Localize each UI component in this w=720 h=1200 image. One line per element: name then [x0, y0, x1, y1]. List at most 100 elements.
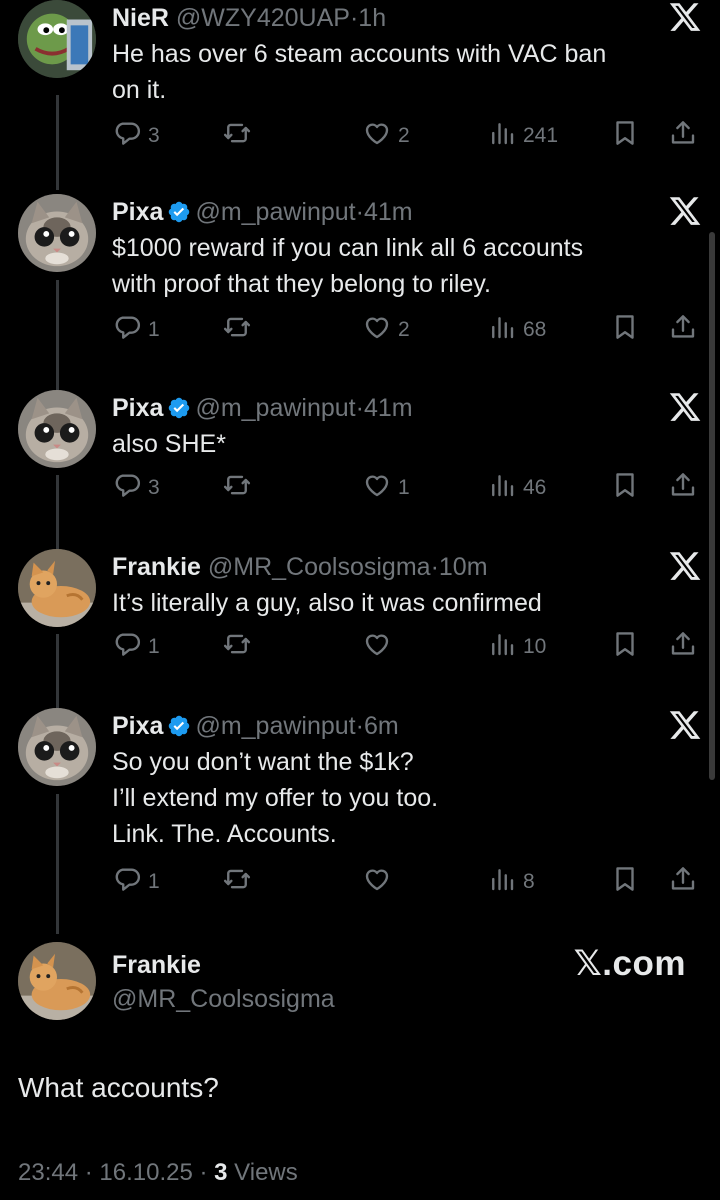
reply-icon [112, 118, 142, 154]
author-name[interactable]: Pixa [112, 198, 163, 226]
x-logo-icon [668, 708, 702, 742]
like-button[interactable] [362, 629, 398, 665]
share-button[interactable] [668, 864, 698, 900]
tweet-header: Pixa @m_pawinput·41m [112, 194, 413, 230]
tweet-time[interactable]: 41m [364, 394, 413, 422]
tweet-time[interactable]: 41m [364, 198, 413, 226]
views-button[interactable]: 8 [487, 864, 535, 900]
author-handle[interactable]: @WZY420UAP [176, 4, 350, 32]
share-button[interactable] [668, 629, 698, 665]
reply-icon [112, 864, 142, 900]
bookmark-button[interactable] [610, 470, 640, 506]
tweet-date[interactable]: 16.10.25 [99, 1159, 192, 1186]
frog-avatar[interactable] [18, 0, 96, 78]
tweet-time[interactable]: 10m [439, 553, 488, 581]
author-handle[interactable]: @MR_Coolsosigma [112, 980, 335, 1018]
views-button[interactable]: 10 [487, 629, 546, 665]
like-button[interactable] [362, 864, 398, 900]
like-button[interactable]: 2 [362, 312, 410, 348]
author-name[interactable]: Pixa [112, 712, 163, 740]
repost-icon [222, 312, 252, 348]
bookmark-icon [610, 118, 640, 154]
reply-count: 1 [148, 635, 160, 658]
tweet-meta: 23:44 · 16.10.25 · 3 Views [18, 1155, 298, 1191]
cat-avatar[interactable] [18, 708, 96, 786]
author-handle[interactable]: @m_pawinput [195, 394, 355, 422]
brand-watermark: 𝕏.com [573, 944, 686, 983]
thread-line [56, 794, 59, 934]
views-button[interactable]: 241 [487, 118, 558, 154]
scrollbar[interactable] [709, 232, 715, 780]
reply-button[interactable]: 1 [112, 312, 160, 348]
views-count: 46 [523, 476, 547, 499]
views-button[interactable]: 68 [487, 312, 546, 348]
like-count: 1 [398, 476, 410, 499]
ginger-cat-avatar[interactable] [18, 549, 96, 627]
author-name[interactable]: Frankie [112, 553, 201, 581]
tweet-text: What accounts? [18, 1072, 219, 1103]
like-button[interactable]: 1 [362, 470, 410, 506]
tweet-header: NieR @WZY420UAP·1h [112, 0, 386, 36]
author-name[interactable]: Frankie [112, 946, 201, 984]
bookmark-icon [610, 470, 640, 506]
views-count: 3 [214, 1159, 228, 1186]
action-bar: 1 8 [112, 864, 702, 900]
reply-button[interactable]: 1 [112, 864, 160, 900]
reply-icon [112, 312, 142, 348]
verified-badge-icon [167, 198, 191, 223]
tweet-time[interactable]: 6m [364, 712, 399, 740]
bookmark-button[interactable] [610, 864, 640, 900]
reply-button[interactable]: 1 [112, 629, 160, 665]
reply-count: 1 [148, 870, 160, 893]
x-logo-icon [668, 549, 702, 583]
repost-button[interactable] [222, 629, 258, 665]
cat-avatar[interactable] [18, 390, 96, 468]
share-button[interactable] [668, 118, 698, 154]
views-icon [487, 864, 517, 900]
share-icon [668, 312, 698, 348]
bookmark-button[interactable] [610, 118, 640, 154]
heart-icon [362, 312, 392, 348]
cat-avatar[interactable] [18, 194, 96, 272]
reply-button[interactable]: 3 [112, 470, 160, 506]
author-handle[interactable]: @m_pawinput [195, 712, 355, 740]
repost-button[interactable] [222, 470, 258, 506]
heart-icon [362, 864, 392, 900]
author-name[interactable]: Pixa [112, 394, 163, 422]
reply-icon [112, 629, 142, 665]
reply-count: 3 [148, 476, 160, 499]
repost-icon [222, 118, 252, 154]
repost-icon [222, 470, 252, 506]
views-icon [487, 118, 517, 154]
share-button[interactable] [668, 470, 698, 506]
author-handle[interactable]: @m_pawinput [195, 198, 355, 226]
separator: · [355, 712, 364, 740]
tweet-time[interactable]: 1h [358, 4, 386, 32]
share-button[interactable] [668, 312, 698, 348]
verified-badge-icon [167, 394, 191, 419]
repost-button[interactable] [222, 864, 258, 900]
like-button[interactable]: 2 [362, 118, 410, 154]
views-icon [487, 629, 517, 665]
action-bar: 3 2 241 [112, 118, 702, 154]
author-name[interactable]: NieR [112, 4, 169, 32]
reply-count: 3 [148, 124, 160, 147]
heart-icon [362, 470, 392, 506]
heart-icon [362, 118, 392, 154]
tweet-text: So you don’t want the $1k? I’ll extend m… [112, 748, 439, 848]
thread-line [56, 634, 59, 709]
author-handle[interactable]: @MR_Coolsosigma [208, 553, 431, 581]
repost-button[interactable] [222, 312, 258, 348]
reply-count: 1 [148, 318, 160, 341]
reply-icon [112, 470, 142, 506]
views-button[interactable]: 46 [487, 470, 546, 506]
bookmark-button[interactable] [610, 629, 640, 665]
bookmark-button[interactable] [610, 312, 640, 348]
tweet-time[interactable]: 23:44 [18, 1159, 78, 1186]
ginger-cat-avatar[interactable] [18, 942, 96, 1020]
views-count: 10 [523, 635, 547, 658]
tweet-text: It’s literally a guy, also it was confir… [112, 589, 542, 617]
reply-button[interactable]: 3 [112, 118, 160, 154]
views-label: Views [227, 1159, 298, 1186]
repost-button[interactable] [222, 118, 258, 154]
